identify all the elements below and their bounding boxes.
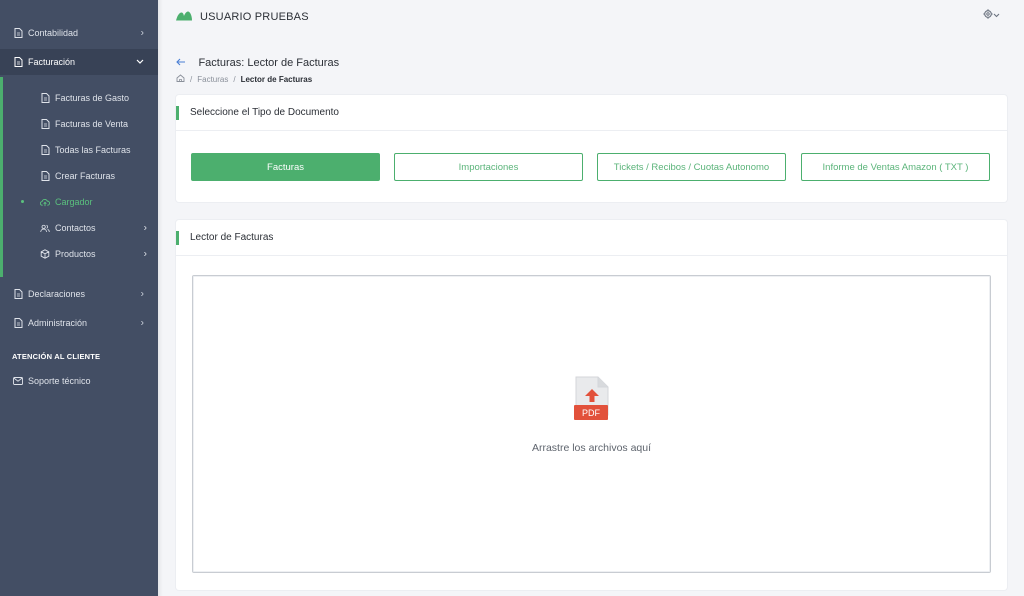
document-icon [40, 145, 50, 155]
page-title: Facturas: Lector de Facturas [198, 57, 340, 69]
breadcrumb-link[interactable]: Facturas [197, 75, 228, 84]
importaciones-button[interactable]: Importaciones [394, 153, 583, 181]
cloud-upload-icon [40, 197, 50, 207]
top-bar: USUARIO PRUEBAS [158, 0, 1024, 32]
document-icon [13, 289, 23, 299]
sidebar-item-facturas-gasto[interactable]: Facturas de Gasto [3, 85, 158, 111]
sidebar-item-label: Declaraciones [28, 289, 86, 299]
logo-icon [176, 8, 192, 26]
document-icon [13, 318, 23, 328]
breadcrumb-separator: / [190, 74, 193, 84]
settings-menu[interactable] [983, 9, 1000, 21]
file-dropzone[interactable]: PDF Arrastre los archivos aquí [192, 275, 991, 573]
active-dot [21, 200, 24, 203]
gear-icon [983, 9, 993, 21]
document-icon [13, 28, 23, 38]
card-title: Lector de Facturas [176, 220, 1007, 256]
tickets-button[interactable]: Tickets / Recibos / Cuotas Autonomo [597, 153, 786, 181]
page-header: Facturas: Lector de Facturas [176, 53, 339, 71]
facturacion-submenu: Facturas de Gasto Facturas de Venta Toda… [0, 77, 158, 277]
amazon-report-button[interactable]: Informe de Ventas Amazon ( TXT ) [801, 153, 990, 181]
sidebar-item-label: Facturas de Gasto [55, 93, 130, 103]
home-icon[interactable] [176, 74, 185, 84]
sidebar: Contabilidad › Facturación Facturas de G… [0, 0, 158, 596]
sidebar-item-declaraciones[interactable]: Declaraciones › [0, 281, 158, 307]
sidebar-item-administracion[interactable]: Administración › [0, 310, 158, 336]
document-icon [13, 57, 23, 67]
user-name: USUARIO PRUEBAS [200, 11, 309, 23]
chevron-right-icon: › [140, 317, 144, 329]
chevron-down-icon [136, 57, 144, 68]
mail-icon [13, 376, 23, 386]
box-icon [40, 249, 50, 259]
pdf-badge-text: PDF [582, 408, 601, 418]
chevron-right-icon: › [140, 27, 144, 39]
document-icon [40, 93, 50, 103]
sidebar-item-label: Facturación [28, 57, 76, 67]
document-icon [40, 171, 50, 181]
sidebar-item-label: Productos [55, 249, 96, 259]
sidebar-item-crear-facturas[interactable]: Crear Facturas [3, 163, 158, 189]
chevron-right-icon: › [140, 288, 144, 300]
pdf-upload-icon: PDF [574, 376, 610, 429]
sidebar-item-label: Soporte técnico [28, 376, 91, 386]
chevron-down-icon [993, 10, 1000, 20]
breadcrumb: / Facturas / Lector de Facturas [176, 74, 312, 84]
sidebar-item-label: Contactos [55, 223, 96, 233]
sidebar-item-todas-facturas[interactable]: Todas las Facturas [3, 137, 158, 163]
sidebar-item-productos[interactable]: Productos › [3, 241, 158, 267]
document-type-card: Seleccione el Tipo de Documento Facturas… [176, 95, 1007, 202]
sidebar-item-label: Facturas de Venta [55, 119, 129, 129]
chevron-right-icon: › [143, 222, 147, 234]
sidebar-item-contactos[interactable]: Contactos › [3, 215, 158, 241]
sidebar-item-facturacion[interactable]: Facturación [0, 49, 158, 75]
sidebar-section-heading: ATENCIÓN AL CLIENTE [12, 352, 101, 361]
sidebar-item-soporte[interactable]: Soporte técnico [0, 368, 158, 394]
sidebar-item-contabilidad[interactable]: Contabilidad › [0, 20, 158, 46]
brand[interactable]: USUARIO PRUEBAS [176, 8, 309, 26]
sidebar-item-label: Crear Facturas [55, 171, 116, 181]
sidebar-item-cargador[interactable]: Cargador [3, 189, 158, 215]
sidebar-item-label: Administración [28, 318, 88, 328]
breadcrumb-current: Lector de Facturas [240, 74, 313, 84]
dropzone-hint: Arrastre los archivos aquí [531, 442, 652, 454]
sidebar-shadow [158, 0, 163, 596]
sidebar-item-label: Todas las Facturas [55, 145, 131, 155]
users-icon [40, 223, 50, 233]
breadcrumb-separator: / [233, 74, 236, 84]
back-arrow-icon[interactable] [176, 57, 186, 69]
sidebar-item-facturas-venta[interactable]: Facturas de Venta [3, 111, 158, 137]
chevron-right-icon: › [143, 248, 147, 260]
invoice-reader-card: Lector de Facturas PDF Arrastre los arch… [176, 220, 1007, 590]
sidebar-item-label: Cargador [55, 197, 93, 207]
card-title: Seleccione el Tipo de Documento [176, 95, 1007, 131]
sidebar-item-label: Contabilidad [28, 28, 79, 38]
document-icon [40, 119, 50, 129]
facturas-button[interactable]: Facturas [191, 153, 380, 181]
